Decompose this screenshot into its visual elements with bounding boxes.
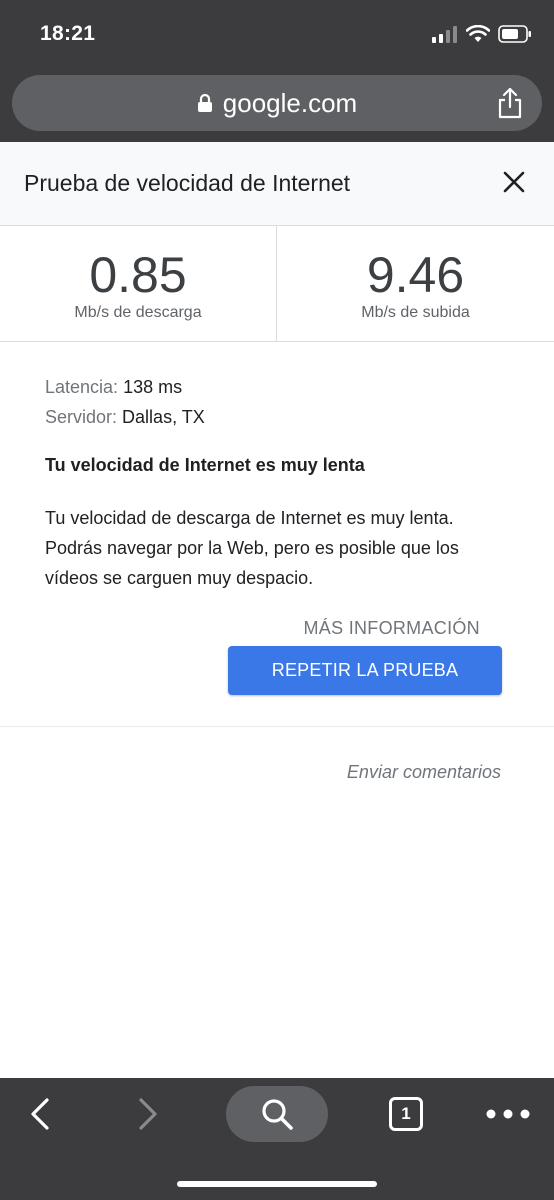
status-bar: 18:21 — [0, 0, 554, 66]
browser-top-chrome: 18:21 google.com — [0, 0, 554, 142]
url-text: google.com — [222, 87, 358, 118]
more-menu-button[interactable] — [478, 1086, 538, 1142]
status-time: 18:21 — [40, 22, 96, 45]
back-button[interactable] — [14, 1086, 66, 1142]
share-icon[interactable] — [496, 87, 524, 119]
tab-count: 1 — [389, 1097, 423, 1131]
speed-description: Tu velocidad de descarga de Internet es … — [45, 508, 459, 588]
status-icons — [432, 24, 532, 44]
upload-result: 9.46 Mb/s de subida — [277, 226, 554, 342]
section-divider — [0, 726, 554, 727]
url-bar[interactable]: google.com — [12, 75, 542, 131]
server-value: Dallas, TX — [122, 407, 205, 427]
download-speed-unit: Mb/s de descarga — [74, 304, 202, 321]
wifi-icon — [466, 25, 490, 42]
test-details: Latencia: 138 ms Servidor: Dallas, TX — [45, 372, 515, 432]
more-info-link[interactable]: MÁS INFORMACIÓN — [303, 618, 480, 639]
tab-switcher-button[interactable]: 1 — [380, 1086, 432, 1142]
latency-row: Latencia: 138 ms — [45, 372, 515, 402]
upload-speed-value: 9.46 — [366, 247, 465, 303]
speed-results: 0.85 Mb/s de descarga 9.46 Mb/s de subid… — [0, 226, 554, 342]
chevron-right-icon — [139, 1098, 157, 1130]
speed-test-header: Prueba de velocidad de Internet — [0, 142, 554, 226]
lock-icon — [197, 93, 212, 112]
page-title: Prueba de velocidad de Internet — [24, 170, 351, 196]
close-icon[interactable] — [502, 170, 526, 194]
download-result: 0.85 Mb/s de descarga — [0, 226, 277, 342]
speed-verdict: Tu velocidad de Internet es muy lenta — [45, 455, 365, 475]
upload-speed-unit: Mb/s de subida — [361, 304, 470, 321]
forward-button[interactable] — [122, 1086, 174, 1142]
repeat-test-button[interactable]: REPETIR LA PRUEBA — [228, 646, 502, 695]
latency-value: 138 ms — [123, 377, 183, 397]
cellular-signal-icon — [432, 26, 457, 43]
download-speed-value: 0.85 — [89, 247, 187, 303]
search-button[interactable] — [226, 1086, 328, 1142]
chevron-left-icon — [31, 1098, 49, 1130]
server-row: Servidor: Dallas, TX — [45, 402, 515, 432]
url-display[interactable]: google.com — [12, 75, 542, 131]
more-horizontal-icon — [486, 1109, 530, 1119]
send-feedback-link[interactable]: Enviar comentarios — [347, 762, 501, 783]
server-label: Servidor: — [45, 407, 118, 427]
latency-label: Latencia: — [45, 377, 119, 397]
search-icon — [262, 1099, 293, 1130]
battery-icon — [498, 25, 531, 43]
home-indicator[interactable] — [177, 1181, 377, 1187]
